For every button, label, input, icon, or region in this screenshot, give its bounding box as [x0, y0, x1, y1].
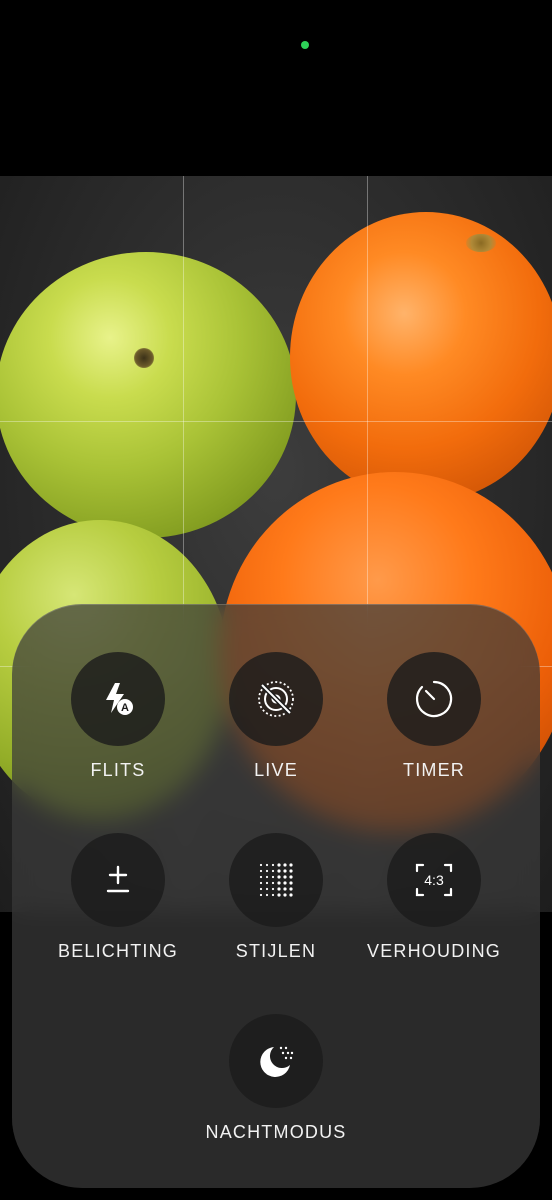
styles-label: STIJLEN: [235, 941, 317, 961]
styles-grid-icon: [256, 860, 296, 900]
flash-label: FLITS: [90, 760, 146, 780]
night-mode-control[interactable]: NACHTMODUS: [191, 1014, 361, 1143]
live-control[interactable]: LIVE: [191, 652, 361, 781]
camera-screen: A FLITS LIVE TIMER BELICHTING STIJLEN 4:…: [0, 0, 552, 1200]
flash-auto-icon: A: [98, 679, 138, 719]
timer-button[interactable]: [387, 652, 481, 746]
night-mode-label: NACHTMODUS: [205, 1122, 347, 1142]
live-button[interactable]: [229, 652, 323, 746]
timer-control[interactable]: TIMER: [349, 652, 519, 781]
aspect-ratio-icon: 4:3: [413, 859, 455, 901]
svg-text:A: A: [121, 702, 129, 714]
aspect-ratio-button[interactable]: 4:3: [387, 833, 481, 927]
night-mode-icon: [254, 1039, 298, 1083]
timer-icon: [413, 678, 455, 720]
exposure-label: BELICHTING: [57, 941, 179, 961]
exposure-control[interactable]: BELICHTING: [33, 833, 203, 962]
orange-image: [290, 212, 552, 502]
camera-in-use-indicator: [301, 41, 309, 49]
styles-control[interactable]: STIJLEN: [191, 833, 361, 962]
exposure-button[interactable]: [71, 833, 165, 927]
night-mode-button[interactable]: [229, 1014, 323, 1108]
aspect-ratio-control[interactable]: 4:3 VERHOUDING: [349, 833, 519, 962]
live-label: LIVE: [254, 760, 298, 780]
live-off-icon: [254, 677, 298, 721]
styles-button[interactable]: [229, 833, 323, 927]
flash-button[interactable]: A: [71, 652, 165, 746]
apple-image: [0, 252, 296, 538]
svg-text:4:3: 4:3: [424, 872, 444, 888]
flash-control[interactable]: A FLITS: [33, 652, 203, 781]
timer-label: TIMER: [403, 760, 465, 780]
aspect-ratio-label: VERHOUDING: [366, 941, 501, 961]
camera-controls-panel: A FLITS LIVE TIMER BELICHTING STIJLEN 4:…: [12, 604, 540, 1188]
exposure-icon: [101, 863, 135, 897]
grid-line: [0, 421, 552, 422]
